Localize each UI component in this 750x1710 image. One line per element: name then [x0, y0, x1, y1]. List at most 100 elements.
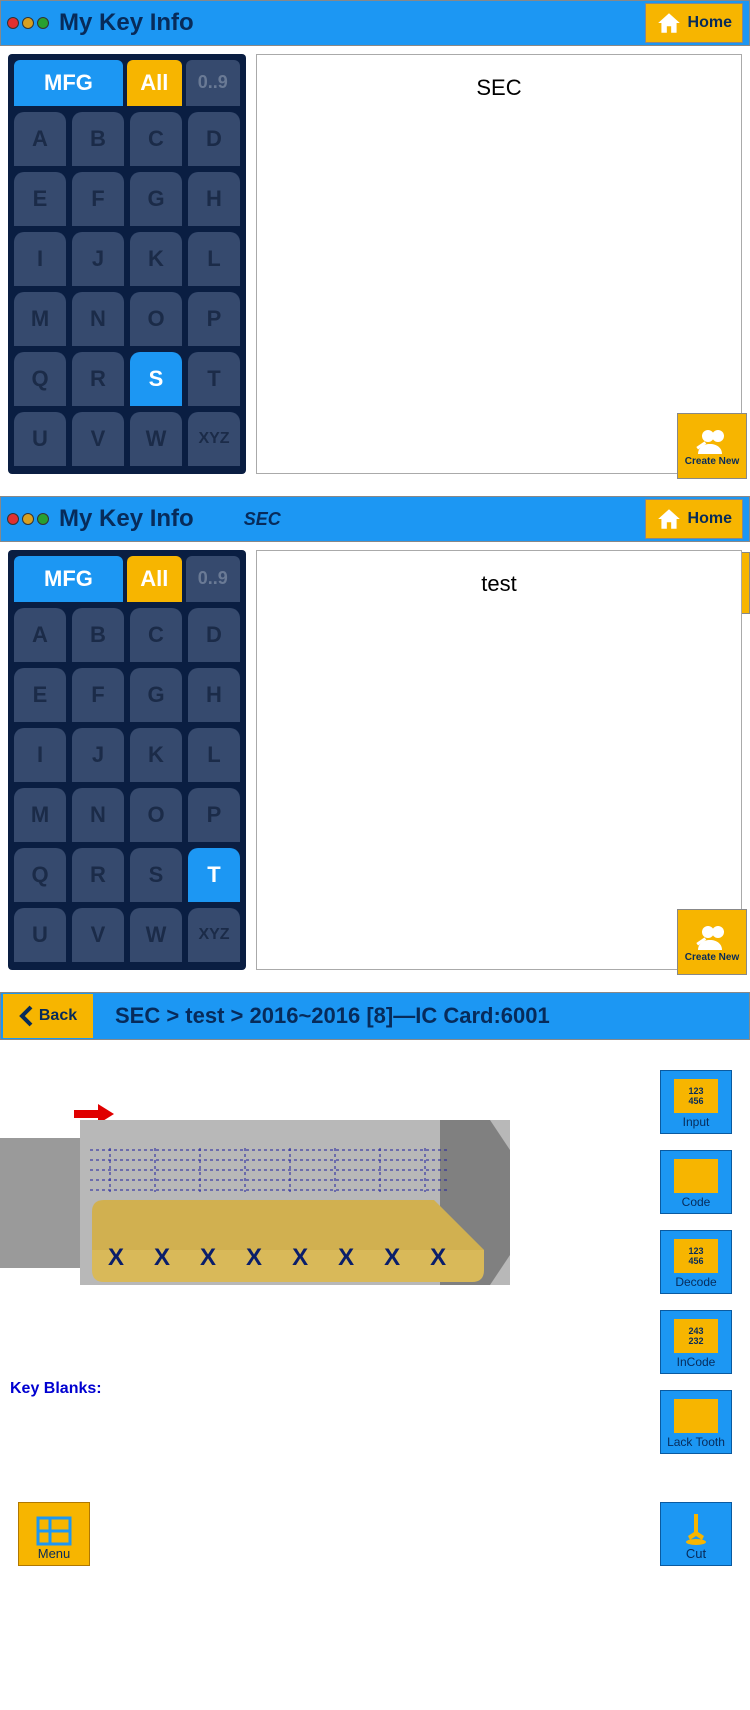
- key-xyz[interactable]: XYZ: [188, 908, 240, 962]
- key-o[interactable]: O: [130, 292, 182, 346]
- key-s[interactable]: S: [130, 848, 182, 902]
- side-button-label: InCode: [677, 1355, 716, 1369]
- all-button[interactable]: All: [127, 60, 182, 106]
- num-button[interactable]: 0..9: [186, 556, 241, 602]
- key-w[interactable]: W: [130, 412, 182, 466]
- home-button[interactable]: Home: [645, 3, 743, 43]
- key-t[interactable]: T: [188, 352, 240, 406]
- create-label: Create New: [685, 952, 739, 963]
- back-button[interactable]: Back: [3, 994, 93, 1038]
- breadcrumb-title: SEC > test > 2016~2016 [8]—IC Card:6001: [115, 1003, 550, 1029]
- key-blank-diagram: [0, 1120, 540, 1310]
- cut-value: X: [384, 1244, 400, 1272]
- kb-top: MFG All 0..9: [14, 60, 240, 106]
- screen-3: Back SEC > test > 2016~2016 [8]—IC Card:…: [0, 992, 750, 1570]
- side-buttons: 123 456Input Code 123 456Decode 243 232 InCo…: [660, 1070, 732, 1454]
- key-j[interactable]: J: [72, 728, 124, 782]
- create-icon: [694, 922, 730, 950]
- key-j[interactable]: J: [72, 232, 124, 286]
- list-item[interactable]: test: [277, 571, 721, 597]
- key-r[interactable]: R: [72, 352, 124, 406]
- key-p[interactable]: P: [188, 292, 240, 346]
- key-k[interactable]: K: [130, 232, 182, 286]
- key-k[interactable]: K: [130, 728, 182, 782]
- dot-red: [7, 17, 19, 29]
- key-i[interactable]: I: [14, 232, 66, 286]
- key-b[interactable]: B: [72, 112, 124, 166]
- key-t[interactable]: T: [188, 848, 240, 902]
- body: MFG All 0..9 ABCDEFGHIJKLMNOPQRSTUVWXYZ …: [0, 46, 750, 482]
- mfg-button[interactable]: MFG: [14, 60, 123, 106]
- key-h[interactable]: H: [188, 668, 240, 722]
- incode-button[interactable]: 243 232 InCode: [660, 1310, 732, 1374]
- key-h[interactable]: H: [188, 172, 240, 226]
- decode-button[interactable]: 123 456Decode: [660, 1230, 732, 1294]
- key-b[interactable]: B: [72, 608, 124, 662]
- key-m[interactable]: M: [14, 292, 66, 346]
- keyboard-panel: MFG All 0..9 ABCD EFGH IJKL MNOP QRST UVWXYZ: [8, 54, 246, 474]
- key-d[interactable]: D: [188, 608, 240, 662]
- key-n[interactable]: N: [72, 788, 124, 842]
- key-n[interactable]: N: [72, 292, 124, 346]
- all-button[interactable]: All: [127, 556, 182, 602]
- key-c[interactable]: C: [130, 112, 182, 166]
- key-w[interactable]: W: [130, 908, 182, 962]
- key-g[interactable]: G: [130, 668, 182, 722]
- key-xyz[interactable]: XYZ: [188, 412, 240, 466]
- key-e[interactable]: E: [14, 172, 66, 226]
- list-item[interactable]: SEC: [277, 75, 721, 101]
- chevron-left-icon: [19, 1005, 33, 1027]
- key-d[interactable]: D: [188, 112, 240, 166]
- window-dots: [7, 17, 49, 29]
- key-u[interactable]: U: [14, 908, 66, 962]
- incode-icon: 243 232: [674, 1319, 718, 1353]
- home-button[interactable]: Home: [645, 499, 743, 539]
- key-c[interactable]: C: [130, 608, 182, 662]
- list-pane: test Create New: [256, 550, 742, 970]
- key-q[interactable]: Q: [14, 352, 66, 406]
- key-a[interactable]: A: [14, 608, 66, 662]
- cut-value: X: [246, 1244, 262, 1272]
- key-s[interactable]: S: [130, 352, 182, 406]
- cut-value: X: [108, 1244, 124, 1272]
- side-button-label: Lack Tooth: [667, 1435, 725, 1449]
- key-e[interactable]: E: [14, 668, 66, 722]
- key-f[interactable]: F: [72, 668, 124, 722]
- menu-button[interactable]: Menu: [18, 1502, 90, 1566]
- lack-tooth-icon: [674, 1399, 718, 1433]
- input-button[interactable]: 123 456Input: [660, 1070, 732, 1134]
- topbar: My Key Info SEC Home: [0, 496, 750, 542]
- code-icon: [674, 1159, 718, 1193]
- key-v[interactable]: V: [72, 908, 124, 962]
- key-l[interactable]: L: [188, 728, 240, 782]
- cut-value: X: [430, 1244, 446, 1272]
- body: MFG All 0..9 ABCDEFGHIJKLMNOPQRSTUVWXYZ …: [0, 542, 750, 978]
- num-button[interactable]: 0..9: [186, 60, 241, 106]
- key-l[interactable]: L: [188, 232, 240, 286]
- cut-value: X: [338, 1244, 354, 1272]
- key-v[interactable]: V: [72, 412, 124, 466]
- code-button[interactable]: Code: [660, 1150, 732, 1214]
- mfg-button[interactable]: MFG: [14, 556, 123, 602]
- key-f[interactable]: F: [72, 172, 124, 226]
- key-blanks-label: Key Blanks:: [10, 1380, 102, 1398]
- breadcrumb: SEC: [244, 509, 281, 530]
- cut-value: X: [200, 1244, 216, 1272]
- cut-button[interactable]: Cut: [660, 1502, 732, 1566]
- key-o[interactable]: O: [130, 788, 182, 842]
- lack-tooth-button[interactable]: Lack Tooth: [660, 1390, 732, 1454]
- key-g[interactable]: G: [130, 172, 182, 226]
- key-r[interactable]: R: [72, 848, 124, 902]
- key-m[interactable]: M: [14, 788, 66, 842]
- key-q[interactable]: Q: [14, 848, 66, 902]
- kb-top: MFG All 0..9: [14, 556, 240, 602]
- key-i[interactable]: I: [14, 728, 66, 782]
- dot-green: [37, 513, 49, 525]
- key-p[interactable]: P: [188, 788, 240, 842]
- key-a[interactable]: A: [14, 112, 66, 166]
- dot-yellow: [22, 513, 34, 525]
- key-u[interactable]: U: [14, 412, 66, 466]
- home-icon: [656, 506, 682, 532]
- create-new-button[interactable]: Create New: [677, 413, 747, 479]
- create-new-button[interactable]: Create New: [677, 909, 747, 975]
